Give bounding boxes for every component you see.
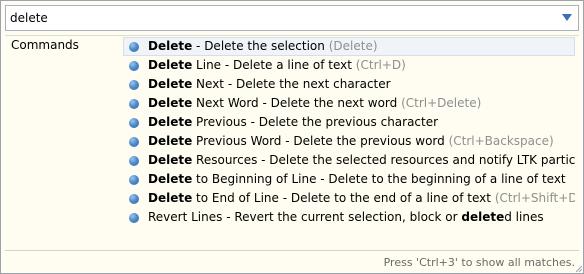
match-keyword: Delete <box>148 115 193 129</box>
command-bullet-icon <box>129 156 139 166</box>
command-text: Delete Resources - Delete the selected r… <box>148 151 575 170</box>
command-list: Delete - Delete the selection (Delete) De… <box>123 37 575 227</box>
command-item[interactable]: Revert Lines - Revert the current select… <box>123 208 575 227</box>
command-bullet-icon <box>129 213 139 223</box>
match-keyword: delete <box>461 210 505 224</box>
match-keyword: Delete <box>148 58 193 72</box>
command-bullet-icon <box>129 99 139 109</box>
command-description: d lines <box>504 210 544 224</box>
match-keyword: Delete <box>148 172 193 186</box>
command-text: Delete Previous - Delete the previous ch… <box>148 113 438 132</box>
command-description: to Beginning of Line - Delete to the beg… <box>192 172 566 186</box>
command-text: Delete Next - Delete the next character <box>148 75 391 94</box>
match-keyword: Delete <box>148 191 193 205</box>
category-label: Commands <box>11 38 79 52</box>
match-keyword: Delete <box>148 134 193 148</box>
command-description: Line - Delete a line of text <box>192 58 352 72</box>
match-keyword: Delete <box>148 39 193 53</box>
command-text: Delete Next Word - Delete the next word … <box>148 94 481 113</box>
match-keyword: Delete <box>148 153 193 167</box>
command-text: Delete Previous Word - Delete the previo… <box>148 132 554 151</box>
command-text: Delete - Delete the selection (Delete) <box>148 37 378 56</box>
resize-grip-icon[interactable] <box>576 266 582 272</box>
command-text: Delete to End of Line - Delete to the en… <box>148 189 575 208</box>
keyboard-shortcut: (Ctrl+Backspace) <box>448 134 554 148</box>
keyboard-shortcut: (Delete) <box>328 39 378 53</box>
command-item[interactable]: Delete to Beginning of Line - Delete to … <box>123 170 575 189</box>
command-text: Revert Lines - Revert the current select… <box>148 208 544 227</box>
command-description: - Delete the selection <box>192 39 325 53</box>
command-description: Next Word - Delete the next word <box>192 96 398 110</box>
command-bullet-icon <box>129 137 139 147</box>
command-item[interactable]: Delete Next Word - Delete the next word … <box>123 94 575 113</box>
command-item[interactable]: Delete Next - Delete the next character <box>123 75 575 94</box>
command-description: Revert Lines - Revert the current select… <box>148 210 462 224</box>
match-keyword: Delete <box>148 96 193 110</box>
command-bullet-icon <box>129 194 139 204</box>
search-box <box>5 5 579 31</box>
footer-hint: Press 'Ctrl+3' to show all matches. <box>383 256 575 269</box>
command-text: Delete Line - Delete a line of text (Ctr… <box>148 56 406 75</box>
command-bullet-icon <box>129 80 139 90</box>
command-item[interactable]: Delete Previous Word - Delete the previo… <box>123 132 575 151</box>
command-description: to End of Line - Delete to the end of a … <box>192 191 491 205</box>
command-item[interactable]: Delete Resources - Delete the selected r… <box>123 151 575 170</box>
command-text: Delete to Beginning of Line - Delete to … <box>148 170 566 189</box>
command-bullet-icon <box>129 42 139 52</box>
command-description: Next - Delete the next character <box>192 77 391 91</box>
command-description: Previous Word - Delete the previous word <box>192 134 445 148</box>
command-bullet-icon <box>129 118 139 128</box>
command-description: Previous - Delete the previous character <box>192 115 439 129</box>
command-bullet-icon <box>129 61 139 71</box>
match-keyword: Delete <box>148 77 193 91</box>
results-list: Commands Delete - Delete the selection (… <box>5 35 579 251</box>
command-item[interactable]: Delete Line - Delete a line of text (Ctr… <box>123 56 575 75</box>
command-item[interactable]: Delete to End of Line - Delete to the en… <box>123 189 575 208</box>
keyboard-shortcut: (Ctrl+Delete) <box>401 96 482 110</box>
command-description: Resources - Delete the selected resource… <box>192 153 575 167</box>
keyboard-shortcut: (Ctrl+D) <box>355 58 406 72</box>
search-input[interactable] <box>10 6 550 30</box>
command-item[interactable]: Delete - Delete the selection (Delete) <box>123 37 575 56</box>
command-item[interactable]: Delete Previous - Delete the previous ch… <box>123 113 575 132</box>
command-bullet-icon <box>129 175 139 185</box>
quick-access-popup: Commands Delete - Delete the selection (… <box>0 0 584 274</box>
keyboard-shortcut: (Ctrl+Shift+Delete) <box>494 191 575 205</box>
triangle-down-icon[interactable] <box>562 14 572 22</box>
